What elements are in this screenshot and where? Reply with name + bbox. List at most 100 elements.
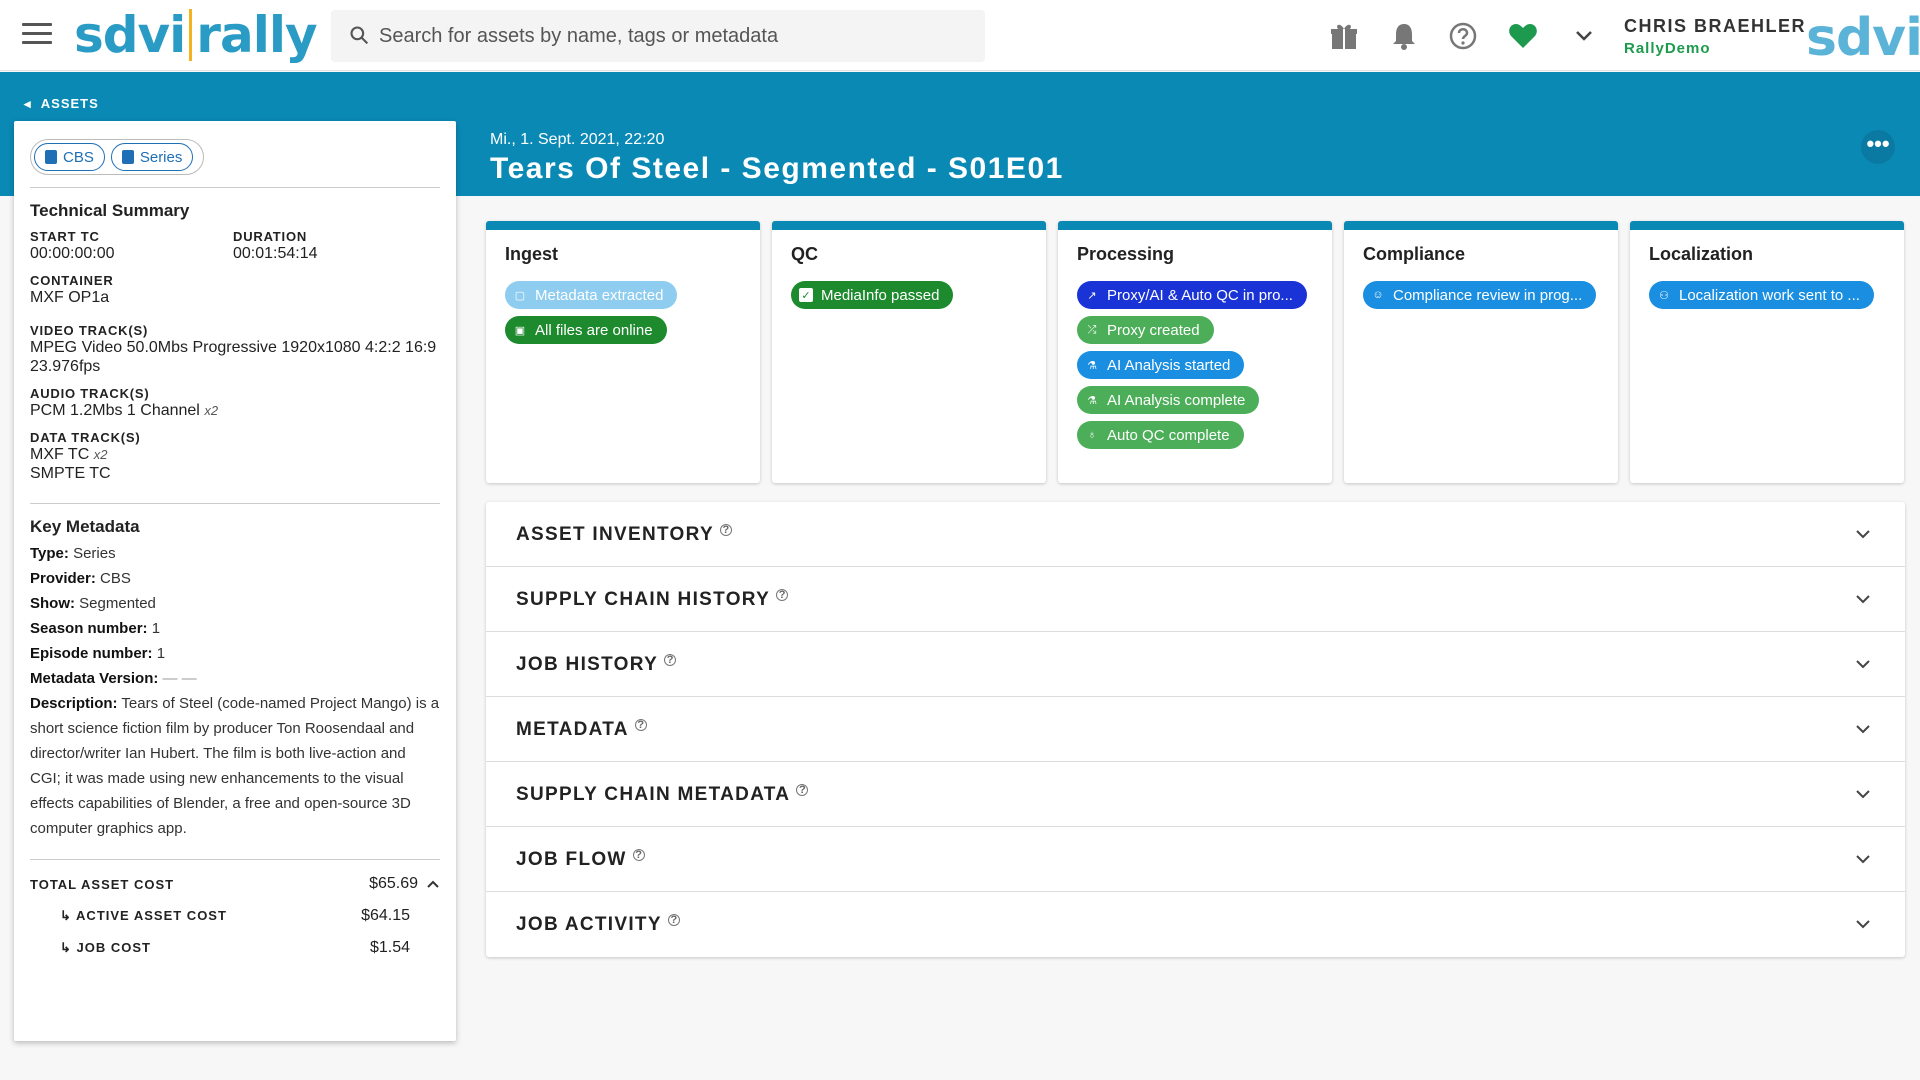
- pill-metadata-extracted[interactable]: ▢ Metadata extracted: [505, 281, 678, 309]
- key-metadata-title: Key Metadata: [30, 517, 140, 536]
- pill-mediainfo-passed[interactable]: ✓ MediaInfo passed: [791, 281, 954, 309]
- help-icon[interactable]: ?: [796, 784, 809, 796]
- active-cost-value: $64.15: [361, 907, 410, 924]
- search-input[interactable]: [379, 10, 969, 62]
- chevron-down-icon: [1856, 855, 1870, 864]
- job-cost-value: $1.54: [369, 939, 410, 956]
- card-title: QC: [791, 244, 818, 264]
- pill-all-files-online[interactable]: ▣ All files are online: [505, 316, 667, 344]
- video-tracks-label: VIDEO TRACK(S): [30, 323, 149, 338]
- start-tc-value: 00:00:00:00: [30, 245, 115, 262]
- technical-summary-title: Technical Summary: [30, 201, 190, 220]
- chevron-down-icon: [1856, 790, 1870, 799]
- user-check-icon: ☺: [1372, 289, 1384, 301]
- total-cost-row[interactable]: TOTAL ASSET COST $65.69: [30, 868, 440, 900]
- accordion-asset-inventory[interactable]: ASSET INVENTORY?: [486, 502, 1905, 567]
- menu-icon[interactable]: [22, 23, 52, 49]
- pill-ai-analysis-started[interactable]: ⚗ AI Analysis started: [1077, 351, 1245, 379]
- logo-sdvi: sdvi: [74, 6, 186, 64]
- user-org: RallyDemo: [1624, 40, 1711, 57]
- card-title: Ingest: [505, 244, 559, 264]
- check-box-icon: ✓: [799, 288, 813, 302]
- accordion-job-activity[interactable]: JOB ACTIVITY?: [486, 892, 1905, 957]
- gift-icon[interactable]: [1328, 20, 1360, 52]
- help-icon[interactable]: ?: [719, 524, 732, 536]
- help-icon[interactable]: ?: [664, 654, 677, 666]
- job-cost-row: ↳ JOB COST $1.54: [30, 932, 440, 964]
- back-label: ASSETS: [40, 96, 99, 111]
- microscope-icon: ⚗: [1087, 359, 1097, 372]
- total-cost-value: $65.69: [369, 875, 418, 892]
- help-icon[interactable]: ?: [634, 719, 647, 731]
- chevron-down-icon: [1856, 530, 1870, 539]
- compress-icon: ↗: [1087, 289, 1097, 302]
- card-title: Processing: [1077, 244, 1175, 264]
- audio-multiplier: x2: [204, 403, 219, 418]
- accordion-job-history[interactable]: JOB HISTORY?: [486, 632, 1905, 697]
- pill-proxy-created[interactable]: ⤮ Proxy created: [1077, 316, 1214, 344]
- accordion-job-flow[interactable]: JOB FLOW?: [486, 827, 1905, 892]
- data-track-multiplier: x2: [93, 447, 108, 462]
- card-ingest: Ingest ▢ Metadata extracted ▣ All files ar…: [486, 221, 760, 483]
- start-tc-label: START TC: [30, 229, 100, 244]
- card-title: Localization: [1649, 244, 1754, 264]
- pill-compliance-review[interactable]: ☺ Compliance review in prog...: [1363, 281, 1597, 309]
- sub-arrow-icon: ↳: [60, 908, 72, 923]
- card-compliance: Compliance ☺ Compliance review in prog...: [1344, 221, 1618, 483]
- brand-logo: sdvi: [1806, 8, 1920, 68]
- search-icon: [350, 26, 369, 45]
- meta-episode: Episode number: 1: [30, 645, 166, 662]
- card-localization: Localization ⚇ Localization work sent to …: [1630, 221, 1904, 483]
- chevron-down-icon[interactable]: [1572, 20, 1596, 52]
- pill-localization-sent[interactable]: ⚇ Localization work sent to ...: [1649, 281, 1874, 309]
- images-icon: ▣: [514, 324, 526, 337]
- help-icon[interactable]: ?: [667, 914, 680, 926]
- chevron-down-icon: [1856, 725, 1870, 734]
- asset-date: Mi., 1. Sept. 2021, 22:20: [490, 131, 665, 148]
- card-processing: Processing ↗ Proxy/AI & Auto QC in pro...…: [1058, 221, 1332, 483]
- microscope-icon: ⚗: [1087, 394, 1097, 407]
- asset-details-panel: CBS Series Technical Summary START TC 00…: [14, 121, 456, 1041]
- chip-series[interactable]: Series: [110, 143, 194, 171]
- card-title: Compliance: [1363, 244, 1466, 264]
- pill-proxy-ai-in-progress[interactable]: ↗ Proxy/AI & Auto QC in pro...: [1077, 281, 1307, 309]
- sub-arrow-icon: ↳: [60, 940, 72, 955]
- search-box[interactable]: [331, 10, 985, 62]
- chip-label: Series: [139, 148, 183, 166]
- active-cost-row: ↳ ACTIVE ASSET COST $64.15: [30, 900, 440, 932]
- user-menu[interactable]: CHRIS BRAEHLER RallyDemo: [1624, 16, 1806, 57]
- job-cost-label: JOB COST: [76, 940, 151, 955]
- logo[interactable]: sdvi rally: [74, 6, 318, 65]
- chevron-up-icon[interactable]: [426, 877, 440, 891]
- help-icon[interactable]: ?: [632, 849, 645, 861]
- chevron-down-icon: [1856, 660, 1870, 669]
- chip-cbs[interactable]: CBS: [34, 143, 105, 171]
- bell-icon[interactable]: [1388, 20, 1420, 52]
- more-options-button[interactable]: •••: [1861, 130, 1895, 164]
- data-track-2: SMPTE TC: [30, 465, 111, 482]
- stethoscope-icon: ♁: [1087, 429, 1097, 441]
- active-cost-label: ACTIVE ASSET COST: [76, 908, 227, 923]
- data-track-1: MXF TC: [30, 446, 90, 463]
- pill-auto-qc-complete[interactable]: ♁ Auto QC complete: [1077, 421, 1244, 449]
- chip-label: CBS: [63, 148, 94, 166]
- tag-chips: CBS Series: [30, 139, 204, 175]
- accordion-supply-chain-history[interactable]: SUPPLY CHAIN HISTORY?: [486, 567, 1905, 632]
- meta-type: Type: Series: [30, 545, 116, 562]
- help-icon[interactable]: [1447, 20, 1479, 52]
- heart-icon[interactable]: [1507, 20, 1539, 52]
- logo-rally: rally: [196, 6, 317, 64]
- container-value: MXF OP1a: [30, 289, 110, 306]
- help-icon[interactable]: ?: [776, 589, 789, 601]
- back-to-assets-link[interactable]: ◂ ASSETS: [24, 96, 99, 112]
- card-qc: QC ✓ MediaInfo passed: [772, 221, 1046, 483]
- people-icon: ⚇: [1659, 289, 1669, 302]
- data-tracks-label: DATA TRACK(S): [30, 430, 141, 445]
- meta-show: Show: Segmented: [30, 595, 156, 612]
- accordion-list: ASSET INVENTORY? SUPPLY CHAIN HISTORY? J…: [486, 502, 1905, 957]
- pill-ai-analysis-complete[interactable]: ⚗ AI Analysis complete: [1077, 386, 1260, 414]
- container-label: CONTAINER: [30, 273, 114, 288]
- accordion-supply-chain-metadata[interactable]: SUPPLY CHAIN METADATA?: [486, 762, 1905, 827]
- meta-provider: Provider: CBS: [30, 570, 131, 587]
- accordion-metadata[interactable]: METADATA?: [486, 697, 1905, 762]
